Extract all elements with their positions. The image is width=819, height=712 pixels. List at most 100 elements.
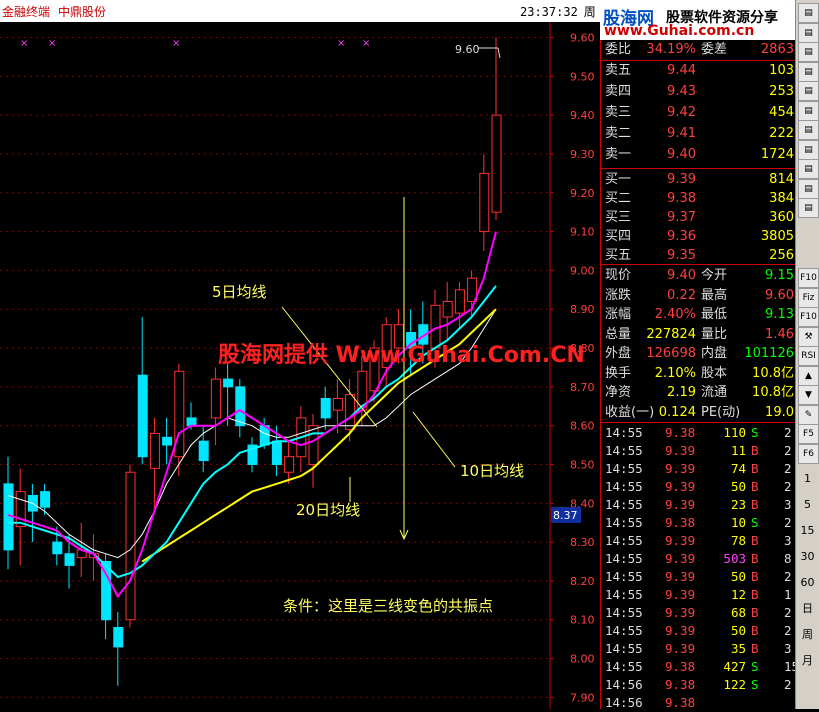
tick-time: 14:55: [605, 551, 643, 566]
candle-body-up: [345, 394, 356, 431]
period-button[interactable]: 日: [798, 600, 817, 618]
minimize-icon[interactable]: ▤: [798, 3, 819, 23]
tick-time: 14:55: [605, 605, 643, 620]
tick-volume: 35: [730, 641, 746, 656]
stat-value: 10.8亿: [752, 365, 794, 381]
f6-icon[interactable]: F6: [798, 443, 819, 464]
chart-icon[interactable]: ▤: [798, 81, 819, 101]
ask-row[interactable]: 卖四 9.43 253: [601, 82, 796, 101]
y-tick-label: 8.00: [570, 653, 595, 666]
stock-name[interactable]: 中鼎股份: [58, 3, 106, 20]
stat-value: 2.10%: [654, 365, 696, 381]
rsi-icon[interactable]: RSI: [798, 346, 819, 366]
tick-side: S: [751, 677, 759, 692]
period-button[interactable]: 30: [798, 548, 817, 566]
tools-icon[interactable]: ⚒: [798, 326, 819, 347]
ask-price: 9.43: [667, 84, 696, 99]
weicha-label: 委差: [701, 42, 728, 57]
y-tick-label: 8.10: [570, 614, 595, 627]
stat-value: 9.15: [765, 268, 794, 283]
tick-count: 8: [784, 551, 792, 566]
indicator-icon[interactable]: ▤: [798, 120, 819, 140]
cursor-price-label: 8.37: [553, 509, 578, 522]
period-button[interactable]: 15: [798, 522, 817, 540]
bid-volume: 814: [769, 172, 794, 187]
tick-row: 14:56 9.38: [601, 694, 796, 712]
table-icon[interactable]: ▤: [798, 178, 819, 199]
tick-price: 9.39: [665, 641, 696, 656]
stat-value: 0.124: [658, 404, 696, 420]
tick-row: 14:56 9.38 122 S 2: [601, 676, 796, 694]
tick-volume: 503: [723, 551, 746, 566]
high-price-label: 9.60: [455, 43, 480, 56]
app-name: 金融终端: [2, 5, 51, 19]
tick-side: B: [751, 605, 759, 620]
kline-chart[interactable]: 9.609.509.409.309.209.109.008.908.808.70…: [0, 22, 600, 709]
f10-icon[interactable]: F10: [798, 268, 819, 288]
candle-body-up: [332, 397, 343, 411]
tick-row: 14:55 9.38 110 S 2: [601, 424, 796, 442]
tick-side: B: [751, 587, 759, 602]
ask-row[interactable]: 卖三 9.42 454: [601, 103, 796, 122]
period-button[interactable]: 1: [798, 470, 817, 488]
high-pointer: [497, 47, 501, 59]
bar-icon[interactable]: ▤: [798, 159, 819, 179]
period-button[interactable]: 5: [798, 496, 817, 514]
stat-label: 涨跌: [605, 287, 632, 303]
bid-price: 9.35: [667, 248, 696, 263]
fiz-icon[interactable]: Fiz: [798, 287, 819, 308]
tick-side: S: [751, 659, 759, 674]
bid-label: 买二: [605, 191, 632, 206]
split-icon[interactable]: ▤: [798, 61, 819, 82]
tick-time: 14:55: [605, 533, 643, 548]
bid-row[interactable]: 买五 9.35 256: [601, 246, 796, 265]
candle-icon[interactable]: ▤: [798, 100, 819, 121]
period-button[interactable]: 60: [798, 574, 817, 592]
bid-label: 买一: [605, 172, 632, 187]
bid-label: 买五: [605, 248, 632, 263]
period-button[interactable]: 周: [798, 626, 817, 644]
y-tick-label: 9.40: [570, 109, 595, 122]
up-icon[interactable]: ▲: [798, 365, 819, 386]
search-icon[interactable]: ▤: [798, 42, 819, 62]
f5-icon[interactable]: F5: [798, 424, 819, 444]
candle-body-down: [64, 553, 75, 566]
candle-body-up: [284, 456, 295, 473]
signal-marker: ×: [48, 38, 56, 49]
stat-label: 最高: [701, 287, 728, 303]
weibi-value: 34.19%: [646, 42, 696, 57]
tick-time: 14:55: [605, 443, 643, 458]
f10b-icon[interactable]: F10: [798, 307, 819, 327]
ask-label: 卖一: [605, 147, 632, 162]
bid-volume: 384: [769, 191, 794, 206]
tick-volume: 10: [730, 515, 746, 530]
ask-row[interactable]: 卖五 9.44 103: [601, 61, 796, 80]
expand-icon[interactable]: ▤: [798, 22, 819, 43]
y-tick-label: 9.50: [570, 70, 595, 83]
tick-price: 9.38: [665, 695, 696, 710]
stat-label: 最低: [701, 307, 728, 322]
weibi-row: 委比 34.19% 委差 2863: [601, 40, 796, 59]
stat-row: 现价 9.40 今开 9.15: [601, 266, 796, 285]
stat-row: 收益(一) 0.124 PE(动) 19.0: [601, 403, 796, 422]
y-tick-label: 8.60: [570, 420, 595, 433]
period-button[interactable]: 月: [798, 652, 817, 670]
bid-row[interactable]: 买一 9.39 814: [601, 170, 796, 189]
tick-row: 14:55 9.38 10 S 2: [601, 514, 796, 532]
ask-row[interactable]: 卖一 9.40 1724: [601, 145, 796, 164]
ask-row[interactable]: 卖二 9.41 222: [601, 124, 796, 143]
watermark: 股海网提供 Www.Guhai.Com.CN: [218, 342, 585, 368]
list-icon[interactable]: ▤: [798, 198, 819, 218]
pen-icon[interactable]: ✎: [798, 404, 819, 425]
bid-row[interactable]: 买三 9.37 360: [601, 208, 796, 227]
tick-count: 2: [784, 443, 792, 458]
compare-icon[interactable]: ▤: [798, 139, 819, 160]
tick-price: 9.39: [665, 551, 696, 566]
ask-volume: 222: [769, 126, 794, 141]
bid-row[interactable]: 买四 9.36 3805: [601, 227, 796, 246]
bid-row[interactable]: 买二 9.38 384: [601, 189, 796, 208]
tick-count: 3: [784, 533, 792, 548]
down-icon[interactable]: ▼: [798, 385, 819, 405]
tick-volume: 50: [730, 569, 746, 584]
tick-row: 14:55 9.39 23 B 3: [601, 496, 796, 514]
